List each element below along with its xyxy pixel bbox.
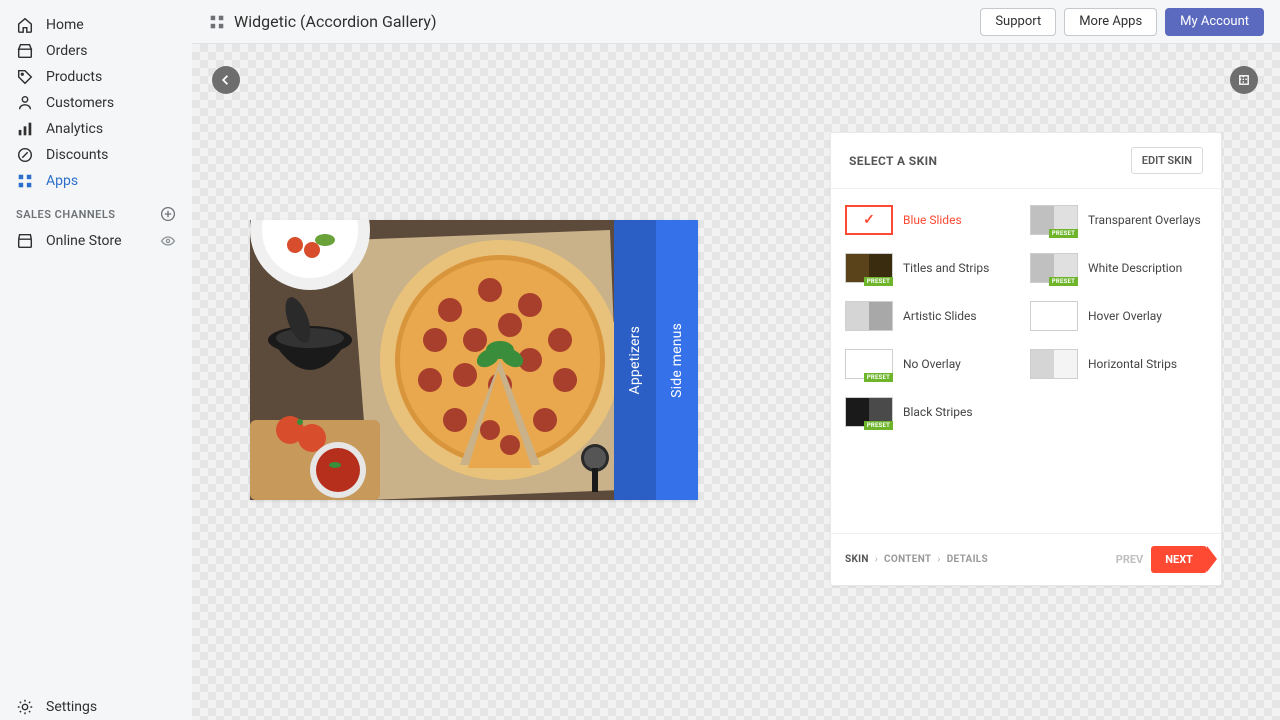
sidebar-item-products[interactable]: Products bbox=[0, 64, 192, 90]
sidebar-item-analytics[interactable]: Analytics bbox=[0, 116, 192, 142]
skin-option[interactable]: PRESET Black Stripes bbox=[845, 395, 1022, 429]
skin-thumb: PRESET bbox=[1030, 253, 1078, 283]
skin-thumb: PRESET bbox=[845, 253, 893, 283]
accordion-slide-main[interactable] bbox=[250, 220, 614, 500]
skin-thumb bbox=[845, 301, 893, 331]
customers-icon bbox=[16, 94, 34, 112]
preset-badge: PRESET bbox=[864, 421, 893, 430]
edit-skin-button[interactable]: EDIT SKIN bbox=[1131, 147, 1203, 174]
skin-thumb: PRESET bbox=[845, 397, 893, 427]
support-button[interactable]: Support bbox=[980, 8, 1056, 36]
analytics-icon bbox=[16, 120, 34, 138]
more-apps-button[interactable]: More Apps bbox=[1064, 8, 1157, 36]
skin-thumb bbox=[1030, 301, 1078, 331]
slide-label: Side menus bbox=[669, 323, 685, 398]
sidebar-item-label: Analytics bbox=[46, 121, 176, 137]
orders-icon bbox=[16, 42, 34, 60]
page-title-text: Widgetic (Accordion Gallery) bbox=[234, 12, 437, 31]
topbar: Widgetic (Accordion Gallery) Support Mor… bbox=[192, 0, 1280, 44]
preset-badge: PRESET bbox=[1049, 229, 1078, 238]
sales-channels-label: SALES CHANNELS bbox=[16, 208, 116, 221]
next-button[interactable]: NEXT bbox=[1151, 546, 1207, 573]
skin-option[interactable]: Horizontal Strips bbox=[1030, 347, 1207, 381]
apps-icon bbox=[208, 13, 226, 31]
skin-label: Hover Overlay bbox=[1088, 309, 1162, 323]
main-area: Widgetic (Accordion Gallery) Support Mor… bbox=[192, 0, 1280, 720]
eye-icon[interactable] bbox=[160, 233, 176, 249]
step-details: DETAILS bbox=[947, 554, 988, 565]
sidebar-item-label: Products bbox=[46, 69, 176, 85]
skin-label: Artistic Slides bbox=[903, 309, 977, 323]
gear-icon bbox=[16, 698, 34, 716]
sidebar: Home Orders Products Customers Analytics… bbox=[0, 0, 192, 720]
sidebar-item-online-store[interactable]: Online Store bbox=[0, 228, 192, 254]
skin-label: Transparent Overlays bbox=[1088, 213, 1201, 227]
skin-option[interactable]: Artistic Slides bbox=[845, 299, 1022, 333]
resize-button[interactable] bbox=[1230, 66, 1258, 94]
add-channel-icon[interactable] bbox=[160, 206, 176, 222]
sidebar-item-label: Home bbox=[46, 17, 176, 33]
skin-thumb: PRESET bbox=[845, 349, 893, 379]
apps-icon bbox=[16, 172, 34, 190]
sidebar-item-home[interactable]: Home bbox=[0, 12, 192, 38]
config-panel: SELECT A SKIN EDIT SKIN Blue Slides PRESE… bbox=[830, 132, 1222, 586]
sidebar-item-apps[interactable]: Apps bbox=[0, 168, 192, 194]
select-skin-title: SELECT A SKIN bbox=[849, 154, 937, 168]
skin-label: Titles and Strips bbox=[903, 261, 989, 275]
wizard-steps: SKIN › CONTENT › DETAILS bbox=[845, 554, 988, 565]
accordion-slide-side-menus[interactable]: Side menus bbox=[656, 220, 698, 500]
sidebar-item-discounts[interactable]: Discounts bbox=[0, 142, 192, 168]
skin-label: Blue Slides bbox=[903, 213, 962, 227]
skin-label: Black Stripes bbox=[903, 405, 973, 419]
skin-label: Horizontal Strips bbox=[1088, 357, 1177, 371]
preset-badge: PRESET bbox=[864, 277, 893, 286]
skin-label: White Description bbox=[1088, 261, 1182, 275]
prev-button[interactable]: PREV bbox=[1116, 553, 1144, 566]
sidebar-item-customers[interactable]: Customers bbox=[0, 90, 192, 116]
skin-label: No Overlay bbox=[903, 357, 961, 371]
accordion-slide-appetizers[interactable]: Appetizers bbox=[614, 220, 656, 500]
sidebar-item-settings[interactable]: Settings bbox=[0, 694, 192, 720]
skin-option[interactable]: PRESET Titles and Strips bbox=[845, 251, 1022, 285]
skin-option[interactable]: Hover Overlay bbox=[1030, 299, 1207, 333]
sidebar-item-label: Online Store bbox=[46, 233, 160, 249]
step-skin: SKIN bbox=[845, 554, 869, 565]
skin-thumb bbox=[1030, 349, 1078, 379]
canvas: Appetizers Side menus SELECT A SKIN EDIT… bbox=[192, 44, 1280, 720]
skin-option[interactable]: PRESET White Description bbox=[1030, 251, 1207, 285]
skin-thumb bbox=[845, 205, 893, 235]
sidebar-item-orders[interactable]: Orders bbox=[0, 38, 192, 64]
step-content: CONTENT bbox=[884, 554, 931, 565]
discounts-icon bbox=[16, 146, 34, 164]
slide-label: Appetizers bbox=[627, 326, 643, 395]
skin-option[interactable]: PRESET Transparent Overlays bbox=[1030, 203, 1207, 237]
skin-option[interactable]: PRESET No Overlay bbox=[845, 347, 1022, 381]
skin-grid: Blue SlidesPRESETTransparent OverlaysPRE… bbox=[831, 189, 1221, 533]
sidebar-item-label: Customers bbox=[46, 95, 176, 111]
products-icon bbox=[16, 68, 34, 86]
sidebar-item-label: Settings bbox=[46, 699, 176, 715]
skin-thumb: PRESET bbox=[1030, 205, 1078, 235]
sidebar-item-label: Discounts bbox=[46, 147, 176, 163]
config-panel-header: SELECT A SKIN EDIT SKIN bbox=[831, 133, 1221, 189]
sidebar-item-label: Orders bbox=[46, 43, 176, 59]
config-panel-footer: SKIN › CONTENT › DETAILS PREV NEXT bbox=[831, 533, 1221, 585]
page-title: Widgetic (Accordion Gallery) bbox=[208, 12, 437, 31]
preset-badge: PRESET bbox=[864, 373, 893, 382]
back-button[interactable] bbox=[212, 66, 240, 94]
preset-badge: PRESET bbox=[1049, 277, 1078, 286]
skin-option[interactable]: Blue Slides bbox=[845, 203, 1022, 237]
sales-channels-header: SALES CHANNELS bbox=[0, 194, 192, 228]
sidebar-item-label: Apps bbox=[46, 173, 176, 189]
home-icon bbox=[16, 16, 34, 34]
store-icon bbox=[16, 232, 34, 250]
my-account-button[interactable]: My Account bbox=[1165, 8, 1264, 36]
accordion-preview: Appetizers Side menus bbox=[250, 220, 698, 500]
